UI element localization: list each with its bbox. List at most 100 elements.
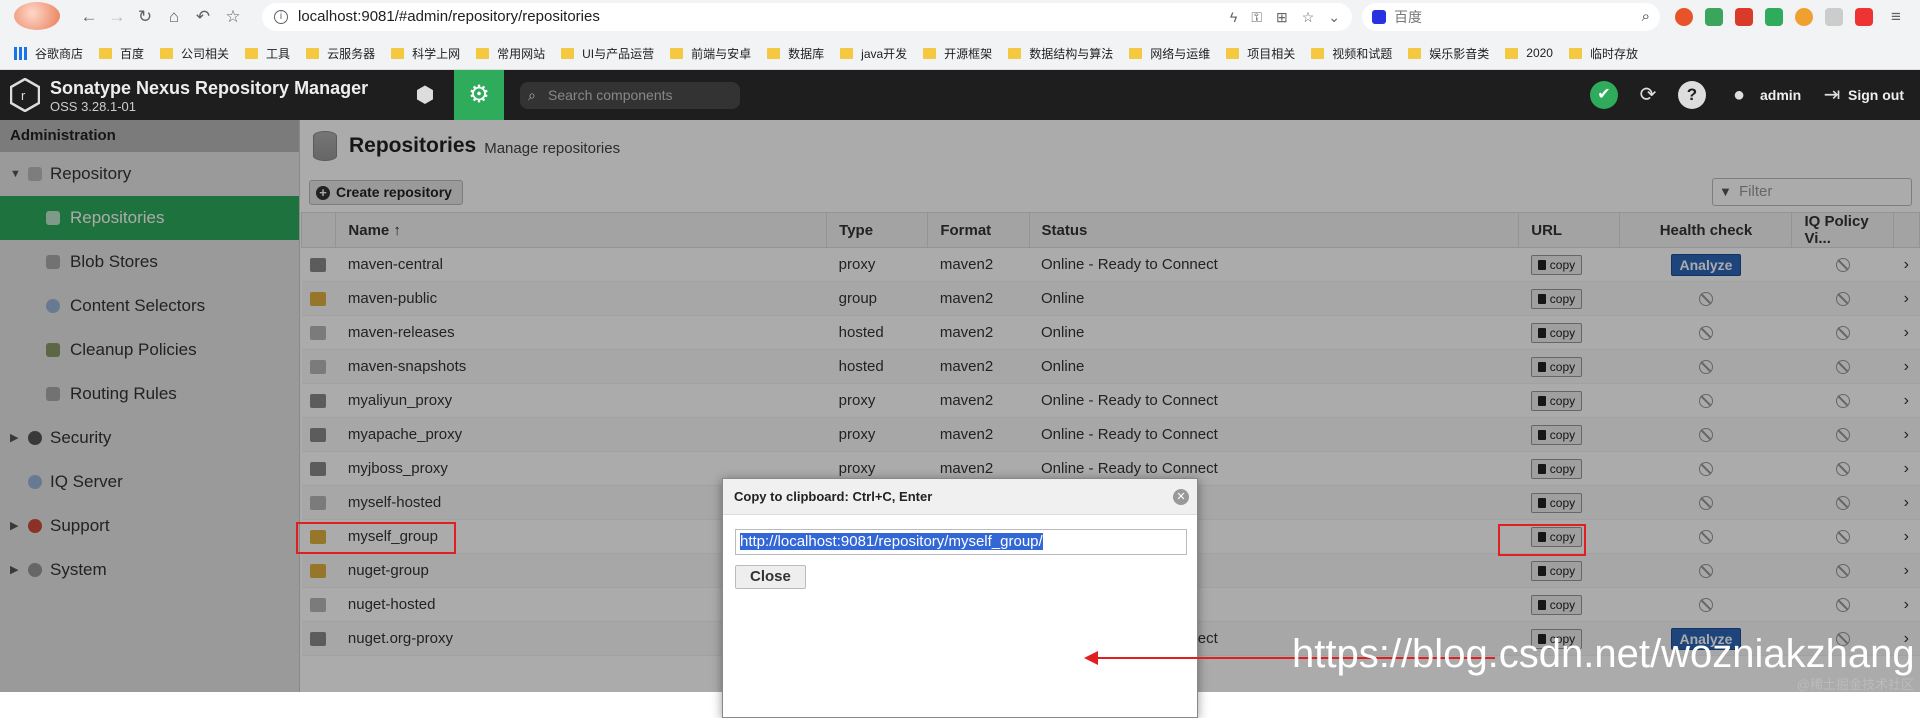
bookmark-item[interactable]: UI与产品运营 xyxy=(561,45,654,62)
folder-icon xyxy=(670,47,684,59)
folder-icon xyxy=(1008,47,1022,59)
bookmark-label: 数据库 xyxy=(788,46,825,61)
star-icon[interactable]: ☆ xyxy=(1302,3,1315,31)
bookmark-item[interactable]: 前端与安卓 xyxy=(670,45,751,62)
bookmark-item[interactable]: 云服务器 xyxy=(306,45,375,62)
copy-dialog: Copy to clipboard: Ctrl+C, Enter ✕ http:… xyxy=(722,478,1198,718)
bookmark-item[interactable]: 数据结构与算法 xyxy=(1008,45,1113,62)
workspace: Administration ▼ Repository Repositories… xyxy=(0,120,1920,718)
clipboard-url-field[interactable]: http://localhost:9081/repository/myself_… xyxy=(735,529,1187,555)
help-icon[interactable]: ? xyxy=(1678,81,1706,109)
folder-icon xyxy=(476,47,490,59)
chevron-down-icon[interactable]: ⌄ xyxy=(1328,3,1340,31)
browser-chrome: ← → ↻ ⌂ ↶ ☆ i localhost:9081/#admin/repo… xyxy=(0,0,1920,70)
folder-icon xyxy=(99,47,113,59)
bookmark-label: 谷歌商店 xyxy=(35,46,84,61)
bookmark-item[interactable]: 常用网站 xyxy=(476,45,545,62)
bookmark-star-icon[interactable]: ☆ xyxy=(222,6,244,28)
refresh-icon[interactable]: ⟳ xyxy=(1634,81,1662,109)
forward-icon[interactable]: → xyxy=(106,6,128,28)
signout-link[interactable]: Sign out xyxy=(1848,87,1904,103)
folder-icon xyxy=(391,47,405,59)
app-version: OSS 3.28.1-01 xyxy=(50,99,136,114)
search-icon: ⌕ xyxy=(528,87,536,103)
bookmark-label: 网络与运维 xyxy=(1150,46,1211,61)
close-button[interactable]: Close xyxy=(735,565,806,589)
search-icon[interactable]: ⌕ xyxy=(1642,3,1650,31)
bookmark-label: 2020 xyxy=(1526,46,1553,60)
folder-icon xyxy=(923,47,937,59)
extension-icon-4[interactable] xyxy=(1765,8,1783,26)
folder-icon xyxy=(160,47,174,59)
extension-icon-6[interactable] xyxy=(1825,8,1843,26)
bookmark-item[interactable]: 谷歌商店 xyxy=(0,45,83,62)
bookmark-label: 百度 xyxy=(120,46,145,61)
back-icon[interactable]: ← xyxy=(78,6,100,28)
bookmark-label: 临时存放 xyxy=(1589,46,1638,61)
home-icon[interactable]: ⌂ xyxy=(163,6,185,28)
extension-icon-2[interactable] xyxy=(1705,8,1723,26)
clipboard-url-value[interactable]: http://localhost:9081/repository/myself_… xyxy=(740,533,1043,550)
status-ok-icon[interactable]: ✔ xyxy=(1590,81,1618,109)
app-title: Sonatype Nexus Repository Manager xyxy=(50,78,369,98)
browse-cube-icon[interactable]: ⬢ xyxy=(400,70,450,120)
bookmark-item[interactable]: 百度 xyxy=(99,45,144,62)
folder-icon xyxy=(840,47,854,59)
nexus-logo-icon: r xyxy=(10,78,40,112)
bookmark-label: 公司相关 xyxy=(181,46,230,61)
user-icon[interactable]: ● xyxy=(1725,81,1753,109)
url-text[interactable]: localhost:9081/#admin/repository/reposit… xyxy=(298,8,600,25)
bookmark-item[interactable]: 公司相关 xyxy=(160,45,229,62)
bookmark-label: 前端与安卓 xyxy=(691,46,752,61)
extension-icon-1[interactable] xyxy=(1675,8,1693,26)
browser-search-placeholder[interactable]: 百度 xyxy=(1394,9,1422,25)
bookmark-item[interactable]: 网络与运维 xyxy=(1129,45,1210,62)
extension-icon-5[interactable] xyxy=(1795,8,1813,26)
signout-icon[interactable]: ⇥ xyxy=(1818,81,1846,109)
bookmark-item[interactable]: 临时存放 xyxy=(1568,45,1638,62)
folder-icon xyxy=(767,47,781,59)
extension-icon-7[interactable] xyxy=(1855,8,1873,26)
bookmark-label: UI与产品运营 xyxy=(582,46,655,61)
bookmark-label: 常用网站 xyxy=(497,46,546,61)
bookmark-item[interactable]: 娱乐影音类 xyxy=(1408,45,1489,62)
folder-icon xyxy=(306,47,320,59)
bookmark-item[interactable]: java开发 xyxy=(840,45,907,62)
bookmark-item[interactable]: 开源框架 xyxy=(923,45,992,62)
folder-icon xyxy=(1408,47,1422,59)
translate-icon[interactable]: ⊞ xyxy=(1276,3,1288,31)
admin-gear-icon[interactable]: ⚙ xyxy=(454,70,504,120)
app-header: r Sonatype Nexus Repository Manager OSS … xyxy=(0,70,1920,120)
url-field[interactable]: i localhost:9081/#admin/repository/repos… xyxy=(262,3,1352,31)
bookmark-item[interactable]: 数据库 xyxy=(767,45,824,62)
annotation-arrow-head xyxy=(1084,651,1098,665)
site-info-icon[interactable]: i xyxy=(274,10,288,24)
key-icon[interactable]: ⚿ xyxy=(1251,3,1262,31)
bookmark-label: java开发 xyxy=(861,46,908,61)
bookmark-item[interactable]: 工具 xyxy=(245,45,290,62)
reload-icon[interactable]: ↻ xyxy=(134,6,156,28)
undo-icon[interactable]: ↶ xyxy=(192,6,214,28)
apps-icon xyxy=(14,46,27,60)
search-components-placeholder[interactable]: Search components xyxy=(548,87,673,103)
bookmark-label: 项目相关 xyxy=(1247,46,1296,61)
svg-text:r: r xyxy=(21,88,26,103)
extension-icon-3[interactable] xyxy=(1735,8,1753,26)
bookmark-label: 视频和试题 xyxy=(1332,46,1393,61)
browser-menu-icon[interactable]: ≡ xyxy=(1885,6,1907,28)
close-icon[interactable]: ✕ xyxy=(1173,489,1189,505)
browser-search-field[interactable]: 百度 ⌕ xyxy=(1362,3,1660,31)
browser-avatar-icon[interactable] xyxy=(14,2,60,30)
watermark: https://blog.csdn.net/wozniakzhang xyxy=(1292,632,1915,676)
search-components-input[interactable]: ⌕ Search components xyxy=(520,82,740,109)
folder-icon xyxy=(561,47,575,59)
user-name[interactable]: admin xyxy=(1760,87,1801,103)
folder-icon xyxy=(1568,47,1582,59)
bookmark-item[interactable]: 视频和试题 xyxy=(1311,45,1392,62)
bookmark-item[interactable]: 2020 xyxy=(1505,46,1553,60)
bookmark-item[interactable]: 科学上网 xyxy=(391,45,460,62)
folder-icon xyxy=(1311,47,1325,59)
bookmark-item[interactable]: 项目相关 xyxy=(1226,45,1295,62)
lightning-icon[interactable]: ϟ xyxy=(1230,3,1237,31)
bookmarks-bar: 谷歌商店 百度 公司相关 工具 云服务器 科学上网 常用网站 UI与产品运营 前端与安卓 数据库 j… xyxy=(0,40,1920,66)
